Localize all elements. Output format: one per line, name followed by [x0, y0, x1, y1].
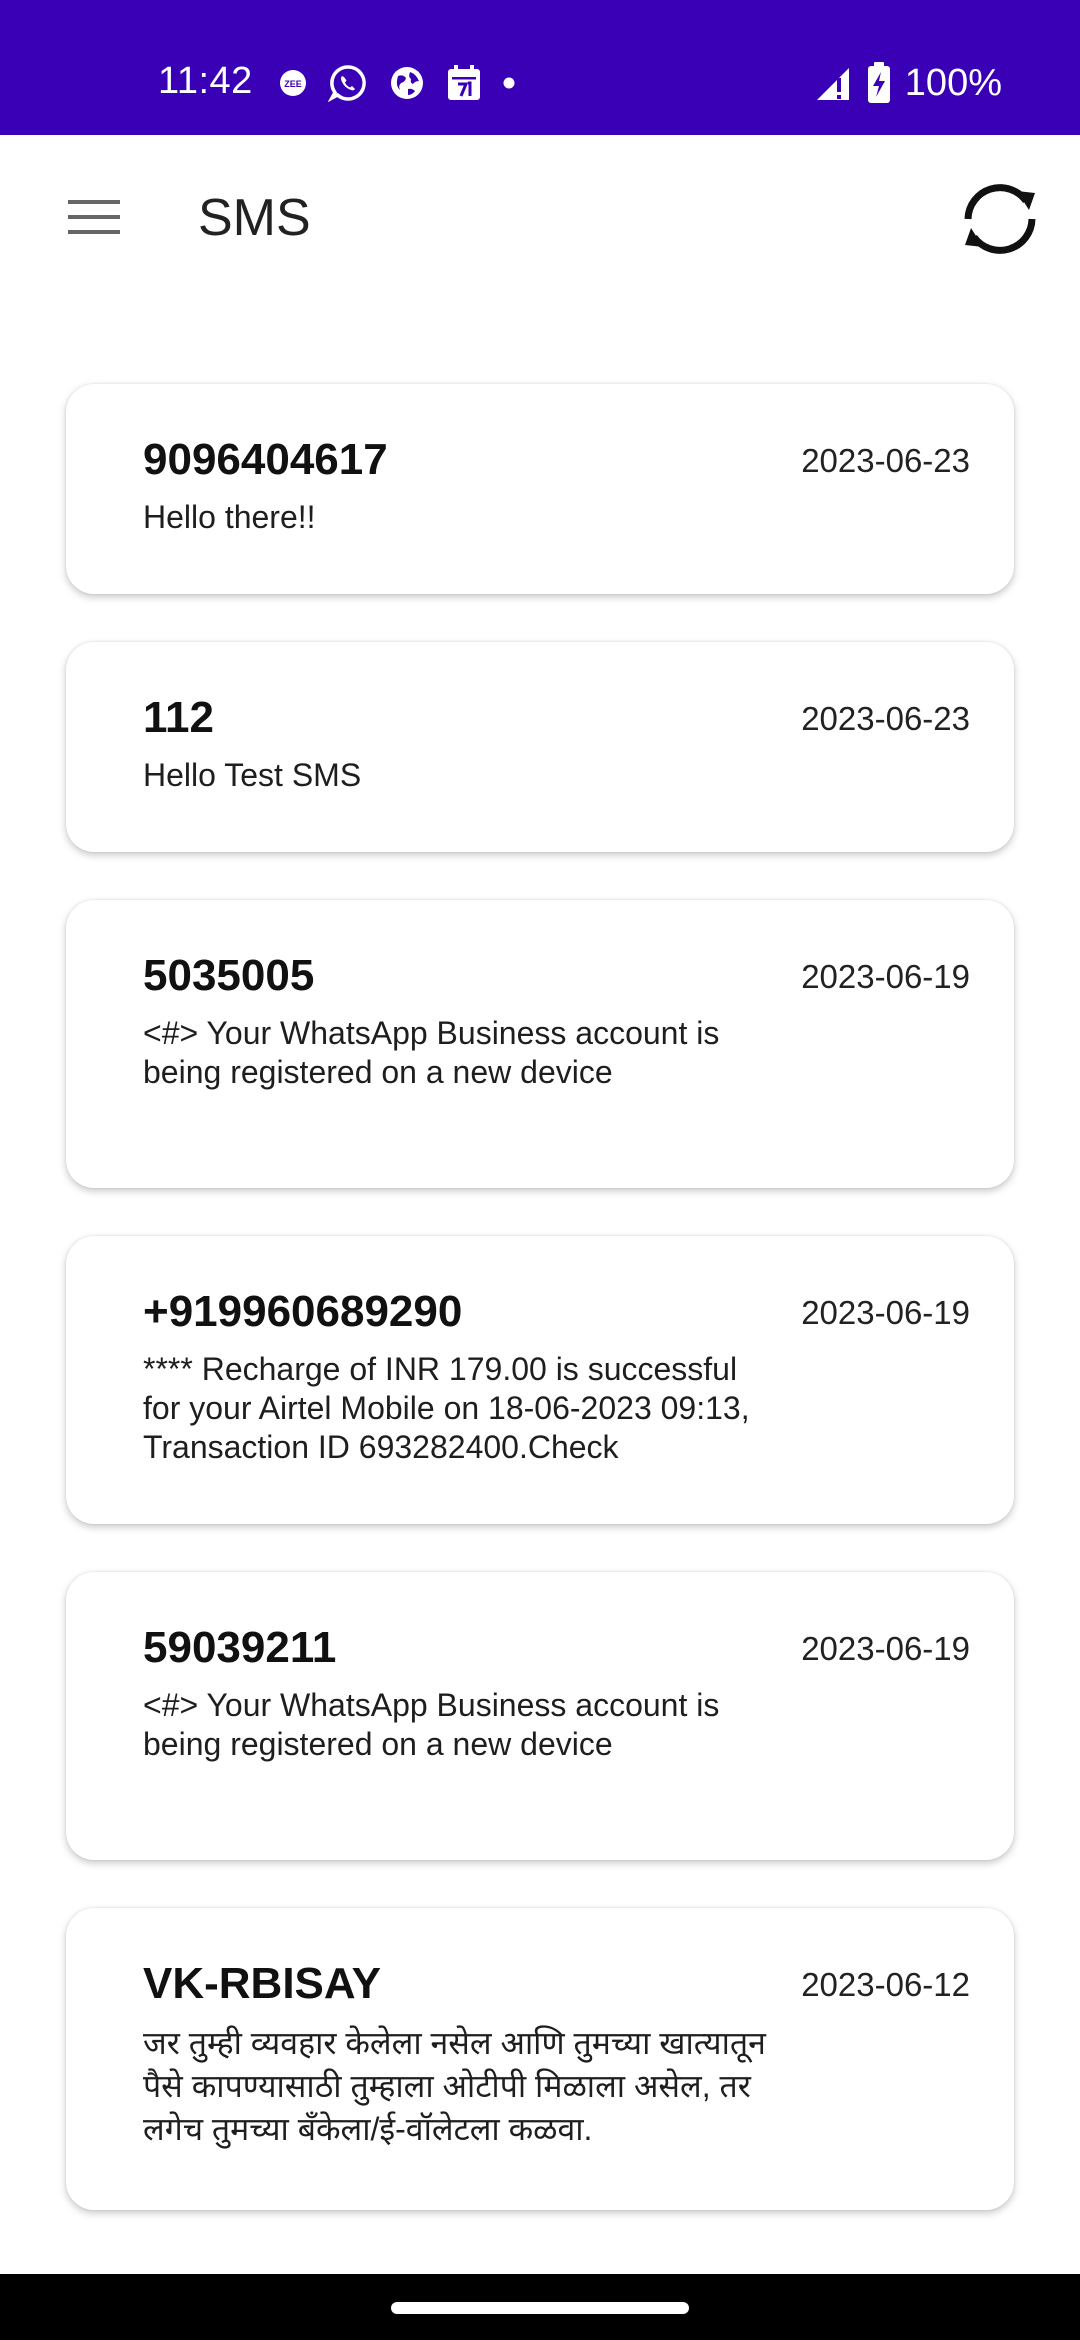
zee5-icon: ZEE	[278, 68, 308, 98]
message-card[interactable]: VK-RBISAY 2023-06-12 जर तुम्ही व्यवहार क…	[66, 1908, 1014, 2210]
system-icons: 100%	[815, 58, 1002, 108]
home-gesture-handle[interactable]	[391, 2302, 689, 2314]
battery-percentage: 100%	[904, 62, 1002, 104]
message-date: 2023-06-19	[801, 1294, 970, 1331]
status-time: 11:42	[158, 60, 253, 102]
message-body: **** Recharge of INR 179.00 is successfu…	[143, 1351, 750, 1465]
page-title: SMS	[198, 189, 311, 247]
message-body: <#> Your WhatsApp Business account is be…	[143, 1015, 720, 1090]
hamburger-menu-icon	[66, 197, 122, 242]
message-date: 2023-06-12	[801, 1966, 970, 2003]
refresh-button[interactable]	[950, 171, 1050, 271]
message-sender: 112	[143, 693, 214, 742]
message-date: 2023-06-19	[801, 1630, 970, 1667]
message-body: जर तुम्ही व्यवहार केलेला नसेल आणि तुमच्य…	[143, 2025, 766, 2147]
whatsapp-icon	[328, 63, 368, 103]
app-bar: SMS	[0, 135, 1080, 295]
calendar-icon	[446, 64, 482, 102]
notification-icons: ZEE	[278, 60, 516, 106]
message-card[interactable]: 5035005 2023-06-19 <#> Your WhatsApp Bus…	[66, 900, 1014, 1188]
message-date: 2023-06-23	[801, 700, 970, 737]
status-bar: 11:42 ZEE 100%	[0, 0, 1080, 135]
navigation-bar	[0, 2274, 1080, 2340]
message-date: 2023-06-19	[801, 958, 970, 995]
message-card[interactable]: 59039211 2023-06-19 <#> Your WhatsApp Bu…	[66, 1572, 1014, 1860]
message-sender: 9096404617	[143, 435, 388, 484]
message-sender: 5035005	[143, 951, 315, 1000]
globe-icon	[388, 64, 426, 102]
message-body: Hello Test SMS	[143, 757, 362, 793]
message-sender: 59039211	[143, 1623, 337, 1672]
sync-icon	[955, 179, 1045, 264]
message-card[interactable]: 9096404617 2023-06-23 Hello there!!	[66, 384, 1014, 594]
svg-text:ZEE: ZEE	[284, 79, 302, 89]
message-sender: +919960689290	[143, 1287, 463, 1336]
message-card[interactable]: +919960689290 2023-06-19 **** Recharge o…	[66, 1236, 1014, 1524]
dot-icon	[502, 76, 516, 90]
battery-charging-icon	[867, 62, 891, 104]
message-date: 2023-06-23	[801, 442, 970, 479]
message-body: Hello there!!	[143, 499, 316, 535]
message-sender: VK-RBISAY	[143, 1959, 381, 2008]
signal-icon	[815, 64, 853, 102]
message-body: <#> Your WhatsApp Business account is be…	[143, 1687, 720, 1762]
menu-button[interactable]	[58, 183, 130, 255]
message-card[interactable]: 112 2023-06-23 Hello Test SMS	[66, 642, 1014, 852]
